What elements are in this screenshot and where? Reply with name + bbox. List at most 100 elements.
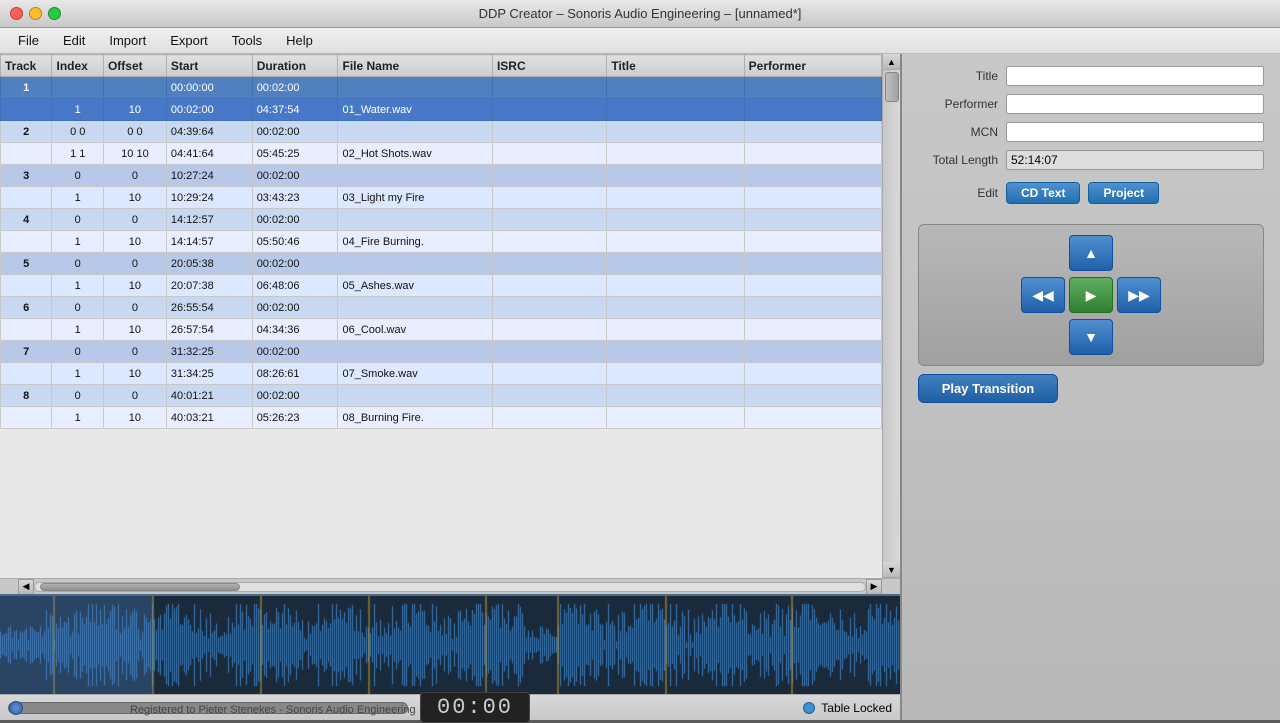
table-cell[interactable]: 7 xyxy=(1,341,52,363)
table-cell[interactable] xyxy=(607,253,744,275)
table-cell[interactable] xyxy=(1,99,52,121)
table-cell[interactable] xyxy=(1,187,52,209)
table-cell[interactable] xyxy=(607,209,744,231)
scroll-left-arrow[interactable]: ◀ xyxy=(18,579,34,595)
scroll-thumb[interactable] xyxy=(885,72,899,102)
table-cell[interactable] xyxy=(492,121,606,143)
table-row[interactable]: 1 110 1004:41:6405:45:2502_Hot Shots.wav xyxy=(1,143,882,165)
table-cell[interactable]: 00:02:00 xyxy=(252,385,338,407)
table-cell[interactable]: 31:32:25 xyxy=(166,341,252,363)
table-cell[interactable]: 20:07:38 xyxy=(166,275,252,297)
table-cell[interactable] xyxy=(492,77,606,99)
table-cell[interactable] xyxy=(744,209,881,231)
table-cell[interactable]: 00:02:00 xyxy=(252,165,338,187)
table-cell[interactable] xyxy=(607,99,744,121)
table-cell[interactable] xyxy=(744,297,881,319)
title-input[interactable] xyxy=(1006,66,1264,86)
table-row[interactable]: 11010:29:2403:43:2303_Light my Fire xyxy=(1,187,882,209)
table-cell[interactable]: 10 xyxy=(103,231,166,253)
table-cell[interactable] xyxy=(607,121,744,143)
table-cell[interactable] xyxy=(744,275,881,297)
table-cell[interactable]: 14:12:57 xyxy=(166,209,252,231)
scroll-right-arrow[interactable]: ▶ xyxy=(866,579,882,595)
table-cell[interactable]: 10:29:24 xyxy=(166,187,252,209)
menu-item-export[interactable]: Export xyxy=(160,31,218,50)
table-cell[interactable] xyxy=(338,253,492,275)
table-cell[interactable] xyxy=(607,363,744,385)
scroll-down-arrow[interactable]: ▼ xyxy=(883,562,901,578)
table-cell[interactable]: 40:03:21 xyxy=(166,407,252,429)
table-cell[interactable]: 26:57:54 xyxy=(166,319,252,341)
table-row[interactable]: 60026:55:5400:02:00 xyxy=(1,297,882,319)
menu-item-import[interactable]: Import xyxy=(99,31,156,50)
table-cell[interactable]: 1 xyxy=(52,99,103,121)
table-cell[interactable]: 10 xyxy=(103,363,166,385)
table-cell[interactable]: 00:02:00 xyxy=(166,99,252,121)
menu-item-file[interactable]: File xyxy=(8,31,49,50)
table-cell[interactable]: 10 xyxy=(103,187,166,209)
table-cell[interactable] xyxy=(338,297,492,319)
table-cell[interactable]: 10:27:24 xyxy=(166,165,252,187)
table-cell[interactable] xyxy=(607,187,744,209)
table-cell[interactable]: 26:55:54 xyxy=(166,297,252,319)
table-cell[interactable] xyxy=(492,165,606,187)
table-cell[interactable]: 10 xyxy=(103,407,166,429)
table-row[interactable]: 80040:01:2100:02:00 xyxy=(1,385,882,407)
table-cell[interactable]: 08:26:61 xyxy=(252,363,338,385)
table-cell[interactable]: 06:48:06 xyxy=(252,275,338,297)
table-row[interactable]: 11040:03:2105:26:2308_Burning Fire. xyxy=(1,407,882,429)
table-cell[interactable]: 05:45:25 xyxy=(252,143,338,165)
table-row[interactable]: 100:00:0000:02:00 xyxy=(1,77,882,99)
table-cell[interactable]: 1 xyxy=(52,231,103,253)
table-cell[interactable] xyxy=(607,275,744,297)
table-cell[interactable] xyxy=(1,231,52,253)
transport-rewind-button[interactable]: ◀◀ xyxy=(1021,277,1065,313)
table-cell[interactable] xyxy=(744,99,881,121)
table-row[interactable]: 11014:14:5705:50:4604_Fire Burning. xyxy=(1,231,882,253)
table-cell[interactable] xyxy=(744,319,881,341)
scroll-thumb[interactable] xyxy=(40,583,240,591)
table-cell[interactable] xyxy=(744,407,881,429)
table-cell[interactable] xyxy=(1,143,52,165)
table-row[interactable]: 11031:34:2508:26:6107_Smoke.wav xyxy=(1,363,882,385)
menu-item-edit[interactable]: Edit xyxy=(53,31,95,50)
table-cell[interactable]: 06_Cool.wav xyxy=(338,319,492,341)
table-cell[interactable] xyxy=(744,341,881,363)
table-cell[interactable] xyxy=(492,231,606,253)
table-cell[interactable]: 4 xyxy=(1,209,52,231)
table-cell[interactable]: 08_Burning Fire. xyxy=(338,407,492,429)
table-cell[interactable]: 3 xyxy=(1,165,52,187)
maximize-button[interactable] xyxy=(48,7,61,20)
table-cell[interactable] xyxy=(492,319,606,341)
table-cell[interactable]: 10 xyxy=(103,319,166,341)
table-cell[interactable]: 1 1 xyxy=(52,143,103,165)
table-cell[interactable]: 1 xyxy=(1,77,52,99)
table-cell[interactable] xyxy=(744,231,881,253)
play-transition-button[interactable]: Play Transition xyxy=(918,374,1058,403)
table-row[interactable]: 11000:02:0004:37:5401_Water.wav xyxy=(1,99,882,121)
table-cell[interactable]: 00:02:00 xyxy=(252,77,338,99)
table-cell[interactable]: 0 xyxy=(103,209,166,231)
table-row[interactable]: 50020:05:3800:02:00 xyxy=(1,253,882,275)
table-cell[interactable] xyxy=(492,253,606,275)
table-cell[interactable]: 02_Hot Shots.wav xyxy=(338,143,492,165)
vertical-scrollbar[interactable]: ▲ ▼ xyxy=(882,54,900,578)
table-cell[interactable] xyxy=(492,407,606,429)
table-cell[interactable]: 2 xyxy=(1,121,52,143)
table-cell[interactable]: 0 xyxy=(52,165,103,187)
table-cell[interactable]: 10 xyxy=(103,275,166,297)
table-row[interactable]: 30010:27:2400:02:00 xyxy=(1,165,882,187)
table-cell[interactable] xyxy=(492,363,606,385)
horizontal-scrollbar[interactable]: ◀ ▶ xyxy=(0,578,900,594)
table-cell[interactable]: 05:50:46 xyxy=(252,231,338,253)
table-cell[interactable] xyxy=(492,187,606,209)
table-cell[interactable] xyxy=(744,165,881,187)
table-cell[interactable] xyxy=(338,165,492,187)
table-cell[interactable]: 07_Smoke.wav xyxy=(338,363,492,385)
table-row[interactable]: 70031:32:2500:02:00 xyxy=(1,341,882,363)
table-cell[interactable] xyxy=(492,275,606,297)
table-cell[interactable]: 01_Water.wav xyxy=(338,99,492,121)
table-cell[interactable] xyxy=(607,297,744,319)
minimize-button[interactable] xyxy=(29,7,42,20)
table-cell[interactable] xyxy=(744,121,881,143)
